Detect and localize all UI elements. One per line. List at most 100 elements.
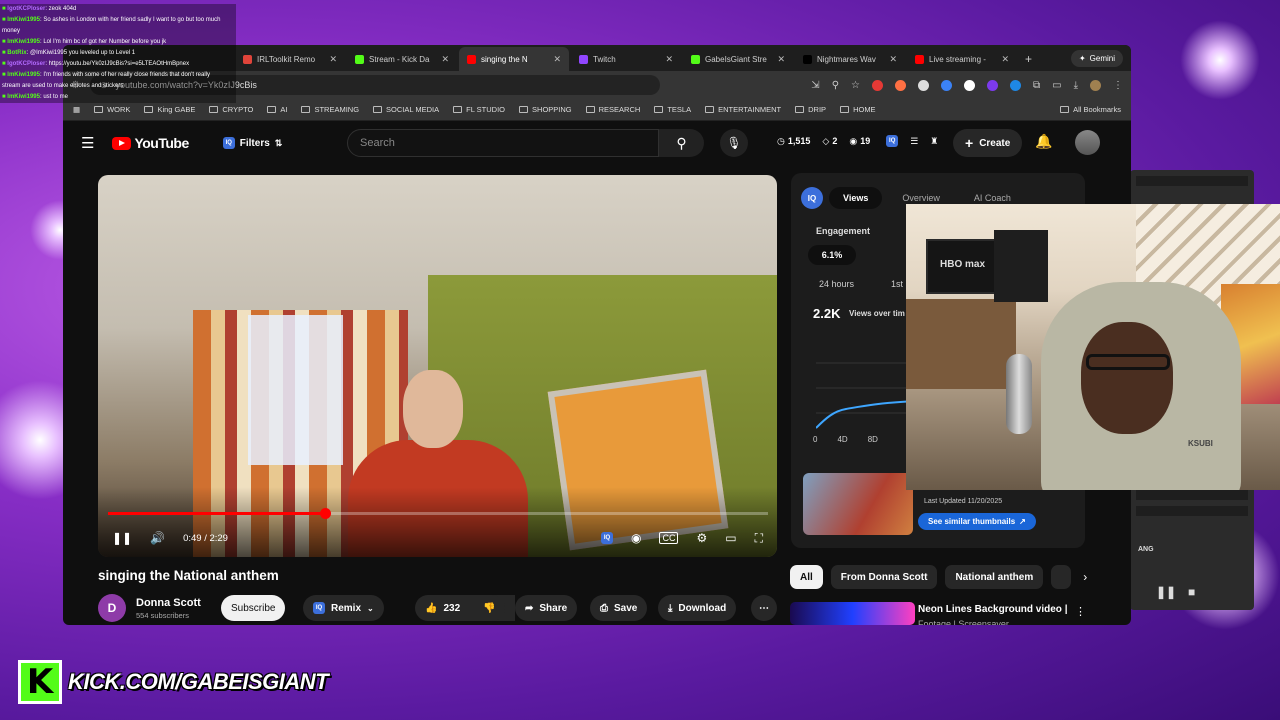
fullscreen-icon[interactable]: ⛶: [755, 531, 763, 546]
iq-icon[interactable]: IQ: [886, 135, 899, 147]
account-avatar[interactable]: [1075, 130, 1100, 155]
browser-tab[interactable]: Twitch ✕: [571, 47, 681, 71]
list-icon[interactable]: ☰: [910, 136, 918, 147]
sidepanel-icon[interactable]: ▭: [1052, 80, 1061, 91]
bookmark-folder[interactable]: RESEARCH: [585, 105, 641, 114]
bookmark-folder[interactable]: DRIP: [795, 105, 826, 114]
bookmark-folder[interactable]: TESLA: [654, 105, 691, 114]
chip-all[interactable]: All: [790, 565, 823, 589]
menu-kebab-icon[interactable]: ⋮: [1113, 80, 1123, 91]
browser-tab[interactable]: IRLToolkit Remo ✕: [235, 47, 345, 71]
iq-icon[interactable]: IQ: [601, 532, 613, 544]
range-24h[interactable]: 24 hours: [819, 279, 854, 289]
more-vert-icon[interactable]: ⋮: [1075, 605, 1086, 618]
channel-avatar[interactable]: D: [98, 594, 126, 622]
extension-icon[interactable]: [940, 79, 952, 91]
download-button[interactable]: ⤓ Download: [658, 595, 737, 621]
chip-from-channel[interactable]: From Donna Scott: [830, 565, 938, 589]
pause-icon[interactable]: ❚❚: [1156, 585, 1176, 599]
subscribe-label: Subscribe: [231, 602, 276, 614]
browser-tab[interactable]: Nightmares Wav ✕: [795, 47, 905, 71]
close-icon[interactable]: ✕: [665, 54, 673, 65]
chat-username: IgotKCPloser: [7, 61, 46, 67]
browser-tab[interactable]: GabeIsGiant Stre ✕: [683, 47, 793, 71]
save-label: Save: [614, 602, 638, 614]
extension-icon[interactable]: [894, 79, 906, 91]
voice-search-button[interactable]: 🎙: [720, 129, 748, 157]
hamburger-menu-icon[interactable]: ☰: [81, 134, 94, 152]
subscribe-button[interactable]: Subscribe: [221, 595, 286, 621]
new-tab-button[interactable]: +: [1019, 52, 1038, 71]
bookmark-folder[interactable]: HOME: [840, 105, 876, 114]
theater-mode-icon[interactable]: ▭: [725, 531, 736, 545]
recommended-title[interactable]: Neon Lines Background video |: [918, 604, 1068, 615]
filters-button[interactable]: IQ Filters ⇅: [222, 137, 282, 149]
captions-icon[interactable]: CC: [659, 532, 679, 544]
more-actions-button[interactable]: ⋯: [751, 595, 777, 621]
tab-views[interactable]: Views: [829, 187, 883, 209]
trophy-icon[interactable]: ♜: [930, 136, 938, 147]
close-icon[interactable]: ✕: [889, 54, 897, 65]
search-input[interactable]: Search: [347, 129, 659, 157]
video-thumbnail[interactable]: [803, 473, 913, 535]
all-bookmarks[interactable]: All Bookmarks: [1060, 105, 1121, 114]
bookmark-folder[interactable]: SOCIAL MEDIA: [373, 105, 439, 114]
bookmark-folder[interactable]: ENTERTAINMENT: [705, 105, 781, 114]
remix-button[interactable]: IQ Remix ⌄: [303, 595, 384, 621]
progress-bar[interactable]: [108, 508, 768, 519]
chat-message: money: [2, 28, 21, 34]
close-icon[interactable]: ✕: [777, 54, 785, 65]
stop-icon[interactable]: ■: [1188, 585, 1195, 599]
extension-icon[interactable]: [871, 79, 883, 91]
download-icon[interactable]: ⤓: [1074, 80, 1078, 91]
save-button[interactable]: ⎙ Save: [590, 595, 648, 621]
close-icon[interactable]: ✕: [553, 54, 561, 65]
close-icon[interactable]: ✕: [329, 54, 337, 65]
extension-icon[interactable]: [963, 79, 975, 91]
browser-tab[interactable]: Live streaming - ✕: [907, 47, 1017, 71]
bookmark-folder[interactable]: WORK: [94, 105, 130, 114]
extension-icon[interactable]: [917, 79, 929, 91]
dislike-button[interactable]: 👎: [473, 595, 506, 621]
browser-tab[interactable]: singing the N ✕: [459, 47, 569, 71]
close-icon[interactable]: ✕: [441, 54, 449, 65]
gemini-button[interactable]: ✦ Gemini: [1070, 50, 1123, 67]
bookmark-folder[interactable]: SHOPPING: [519, 105, 572, 114]
chip-topic[interactable]: National anthem: [945, 565, 1044, 589]
bookmark-folder[interactable]: King GABE: [144, 105, 195, 114]
recommended-thumbnail[interactable]: [790, 602, 915, 625]
tab-title: GabeIsGiant Stre: [705, 54, 767, 64]
volume-icon[interactable]: 🔊: [150, 531, 165, 545]
extension-bar: ⇲ ⚲ ☆ ⧉ ▭ ⤓ ⋮: [811, 79, 1123, 91]
bookmark-folder[interactable]: CRYPTO: [209, 105, 253, 114]
extension-icon[interactable]: [1009, 79, 1021, 91]
bookmark-folder[interactable]: AI: [267, 105, 287, 114]
bookmark-label: RESEARCH: [598, 105, 641, 114]
channel-name[interactable]: Donna Scott: [136, 597, 201, 609]
pause-icon[interactable]: ❚❚: [112, 531, 132, 545]
chip-more[interactable]: [1051, 565, 1072, 589]
apps-icon[interactable]: ▦: [73, 105, 80, 114]
bookmark-folder[interactable]: STREAMING: [301, 105, 359, 114]
close-icon[interactable]: ✕: [1001, 54, 1009, 65]
extension-icon[interactable]: [986, 79, 998, 91]
zoom-icon[interactable]: ⚲: [832, 80, 839, 91]
video-player[interactable]: ❚❚ 🔊 0:49 / 2:29 IQ ◉ CC ⚙ ▭ ⛶: [98, 175, 777, 557]
youtube-logo[interactable]: YouTube: [112, 135, 189, 151]
bookmark-folder[interactable]: FL STUDIO: [453, 105, 505, 114]
star-icon[interactable]: ☆: [851, 80, 860, 91]
similar-thumbnails-button[interactable]: See similar thumbnails ↗: [918, 513, 1036, 530]
profile-icon[interactable]: [1090, 79, 1101, 91]
create-label: Create: [979, 137, 1011, 149]
search-button[interactable]: ⚲: [659, 129, 704, 157]
chevron-right-icon[interactable]: ›: [1083, 570, 1087, 584]
puzzle-icon[interactable]: ⧉: [1033, 80, 1040, 91]
autoplay-toggle-icon[interactable]: ◉: [631, 531, 641, 545]
settings-gear-icon[interactable]: ⚙: [696, 531, 707, 545]
share-button[interactable]: ➦ Share: [515, 595, 578, 621]
browser-tab[interactable]: Stream - Kick Da ✕: [347, 47, 457, 71]
notifications-bell-icon[interactable]: 🔔: [1035, 133, 1052, 150]
iq-icon: IQ: [222, 137, 235, 149]
create-button[interactable]: + Create: [953, 129, 1023, 157]
install-icon[interactable]: ⇲: [811, 80, 819, 91]
